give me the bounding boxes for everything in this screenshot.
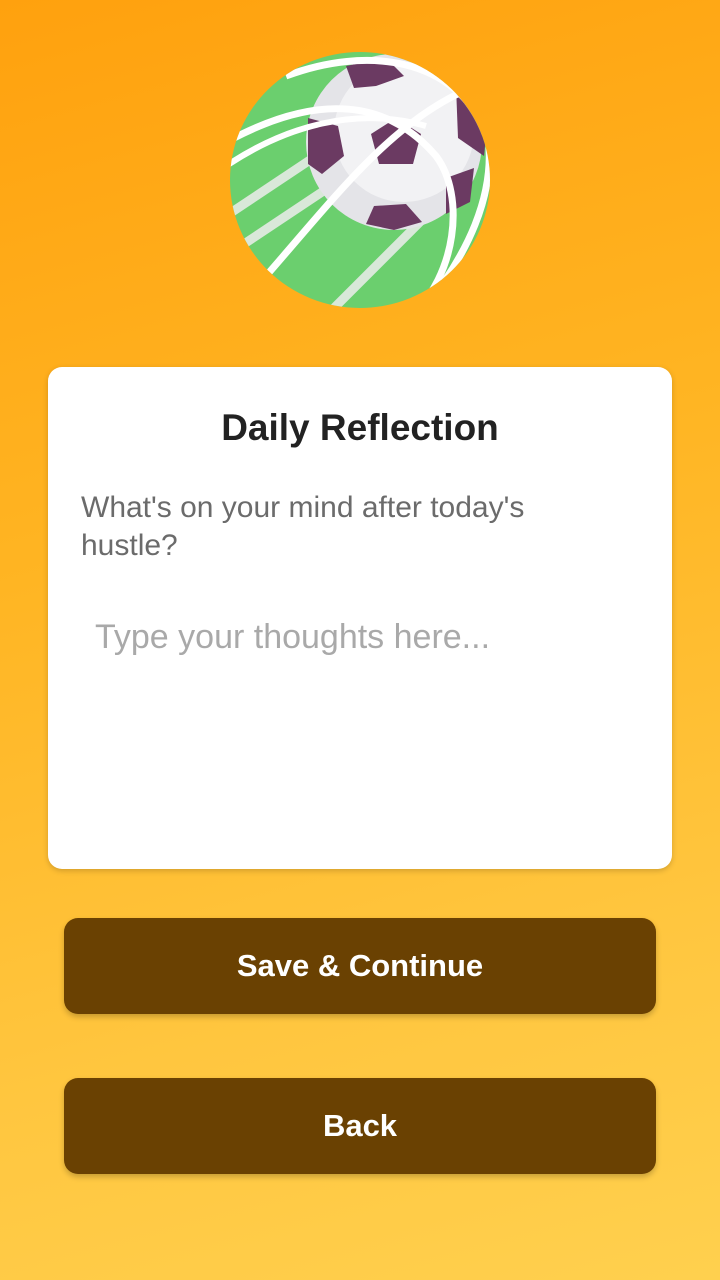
card-title: Daily Reflection — [221, 407, 499, 448]
save-continue-button[interactable]: Save & Continue — [64, 918, 656, 1014]
reflection-prompt: What's on your mind after today's hustle… — [81, 491, 525, 562]
back-button[interactable]: Back — [64, 1078, 656, 1174]
reflection-input[interactable] — [81, 603, 641, 833]
soccer-ball-icon — [230, 52, 490, 308]
reflection-card: Daily Reflection What's on your mind aft… — [48, 367, 672, 869]
